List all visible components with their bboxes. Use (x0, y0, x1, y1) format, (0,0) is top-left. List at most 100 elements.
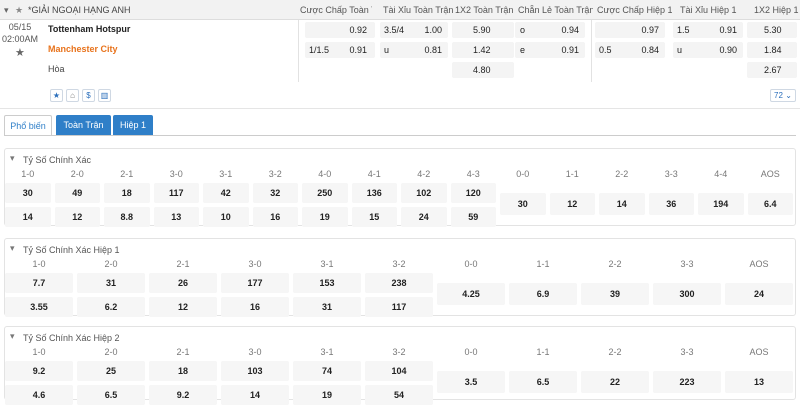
odds-h1-hdp-home[interactable]: 0.97 (595, 22, 665, 38)
score-odds[interactable]: 18 (104, 183, 150, 203)
score-odds[interactable]: 117 (153, 183, 199, 203)
score-odds[interactable]: 103 (221, 361, 289, 381)
score-odds[interactable]: 6.9 (509, 283, 577, 305)
score-label: 1-0 (32, 259, 46, 269)
score-odds[interactable]: 39 (581, 283, 649, 305)
score-odds[interactable]: 9.2 (149, 385, 217, 405)
col-hdp-ft: Cược Chấp Toàn T... (300, 5, 372, 15)
chart-icon[interactable]: ▥ (98, 89, 111, 102)
score-odds[interactable]: 31 (293, 297, 361, 317)
score-odds[interactable]: 7.7 (5, 273, 73, 293)
score-odds[interactable]: 16 (252, 207, 298, 227)
odds-hdp-home[interactable]: 0.92 (305, 22, 375, 38)
score-label: AOS (749, 259, 769, 269)
score-odds[interactable]: 194 (698, 193, 744, 215)
score-odds[interactable]: 6.5 (77, 385, 145, 405)
tab-full-time[interactable]: Toàn Trận (56, 115, 111, 135)
score-odds[interactable]: 238 (365, 273, 433, 293)
odds-1x2-draw[interactable]: 4.80 (452, 62, 514, 78)
odds-oe-odd[interactable]: o 0.94 (515, 22, 585, 38)
score-odds[interactable]: 26 (149, 273, 217, 293)
more-markets-button[interactable]: 72 ⌄ (770, 89, 796, 102)
odds-hdp-away[interactable]: 1/1.5 0.91 (305, 42, 375, 58)
score-odds[interactable]: 10 (203, 207, 249, 227)
odds-h1-1x2-draw[interactable]: 2.67 (747, 62, 797, 78)
score-odds[interactable]: 177 (221, 273, 289, 293)
score-odds[interactable]: 3.55 (5, 297, 73, 317)
score-odds[interactable]: 120 (450, 183, 496, 203)
score-odds[interactable]: 6.2 (77, 297, 145, 317)
score-odds[interactable]: 32 (252, 183, 298, 203)
score-label: 2-1 (176, 259, 190, 269)
stats-icon[interactable]: ⌂ (66, 89, 79, 102)
score-odds[interactable]: 24 (401, 207, 447, 227)
score-odds[interactable]: 102 (401, 183, 447, 203)
score-label: 4-3 (466, 169, 480, 179)
score-odds[interactable]: 16 (221, 297, 289, 317)
score-odds[interactable]: 223 (653, 371, 721, 393)
score-odds[interactable]: 12 (549, 193, 595, 215)
score-odds[interactable]: 6.4 (747, 193, 793, 215)
score-odds[interactable]: 136 (351, 183, 397, 203)
score-odds[interactable]: 22 (581, 371, 649, 393)
divider (0, 108, 800, 109)
odds-h1-ou-under[interactable]: u 0.90 (673, 42, 743, 58)
score-odds[interactable]: 14 (221, 385, 289, 405)
star-icon[interactable]: ★ (15, 0, 23, 20)
score-odds[interactable]: 14 (5, 207, 51, 227)
divider (4, 135, 796, 136)
tab-half-1[interactable]: Hiệp 1 (113, 115, 153, 135)
score-odds[interactable]: 18 (149, 361, 217, 381)
chevron-down-icon[interactable]: ▾ (10, 331, 15, 342)
score-odds[interactable]: 6.5 (509, 371, 577, 393)
tab-popular[interactable]: Phổ biến (4, 115, 52, 135)
score-odds[interactable]: 117 (365, 297, 433, 317)
score-odds[interactable]: 13 (153, 207, 199, 227)
score-odds[interactable]: 3.5 (437, 371, 505, 393)
score-odds[interactable]: 30 (500, 193, 546, 215)
score-odds[interactable]: 24 (725, 283, 793, 305)
odds-h1-1x2-home[interactable]: 5.30 (747, 22, 797, 38)
score-odds[interactable]: 12 (54, 207, 100, 227)
chevron-down-icon[interactable]: ▾ (4, 0, 9, 20)
score-odds[interactable]: 4.6 (5, 385, 73, 405)
score-odds[interactable]: 14 (599, 193, 645, 215)
score-odds[interactable]: 104 (365, 361, 433, 381)
favorite-star-icon[interactable]: ★ (15, 46, 25, 59)
odds-oe-even[interactable]: e 0.91 (515, 42, 585, 58)
score-odds[interactable]: 25 (77, 361, 145, 381)
score-odds[interactable]: 19 (293, 385, 361, 405)
score-odds[interactable]: 74 (293, 361, 361, 381)
score-odds[interactable]: 12 (149, 297, 217, 317)
score-label: 3-3 (664, 169, 678, 179)
score-odds[interactable]: 31 (77, 273, 145, 293)
dollar-icon[interactable]: $ (82, 89, 95, 102)
odds-ou-under[interactable]: u 0.81 (380, 42, 448, 58)
score-odds[interactable]: 153 (293, 273, 361, 293)
odds-ou-over[interactable]: 3.5/4 1.00 (380, 22, 448, 38)
score-odds[interactable]: 36 (648, 193, 694, 215)
score-odds[interactable]: 19 (302, 207, 348, 227)
score-odds[interactable]: 15 (351, 207, 397, 227)
score-odds[interactable]: 30 (5, 183, 51, 203)
favorite-icon[interactable]: ★ (50, 89, 63, 102)
score-label: 0-0 (464, 347, 478, 357)
chevron-down-icon[interactable]: ▾ (10, 153, 15, 164)
score-odds[interactable]: 54 (365, 385, 433, 405)
odds-h1-hdp-away[interactable]: 0.5 0.84 (595, 42, 665, 58)
score-label: 0-0 (464, 259, 478, 269)
score-odds[interactable]: 4.25 (437, 283, 505, 305)
score-odds[interactable]: 13 (725, 371, 793, 393)
odds-h1-ou-over[interactable]: 1.5 0.91 (673, 22, 743, 38)
score-odds[interactable]: 42 (203, 183, 249, 203)
score-odds[interactable]: 250 (302, 183, 348, 203)
score-odds[interactable]: 8.8 (104, 207, 150, 227)
chevron-down-icon[interactable]: ▾ (10, 243, 15, 254)
score-odds[interactable]: 9.2 (5, 361, 73, 381)
odds-1x2-away[interactable]: 1.42 (452, 42, 514, 58)
score-odds[interactable]: 59 (450, 207, 496, 227)
odds-1x2-home[interactable]: 5.90 (452, 22, 514, 38)
odds-h1-1x2-away[interactable]: 1.84 (747, 42, 797, 58)
score-odds[interactable]: 49 (54, 183, 100, 203)
score-odds[interactable]: 300 (653, 283, 721, 305)
